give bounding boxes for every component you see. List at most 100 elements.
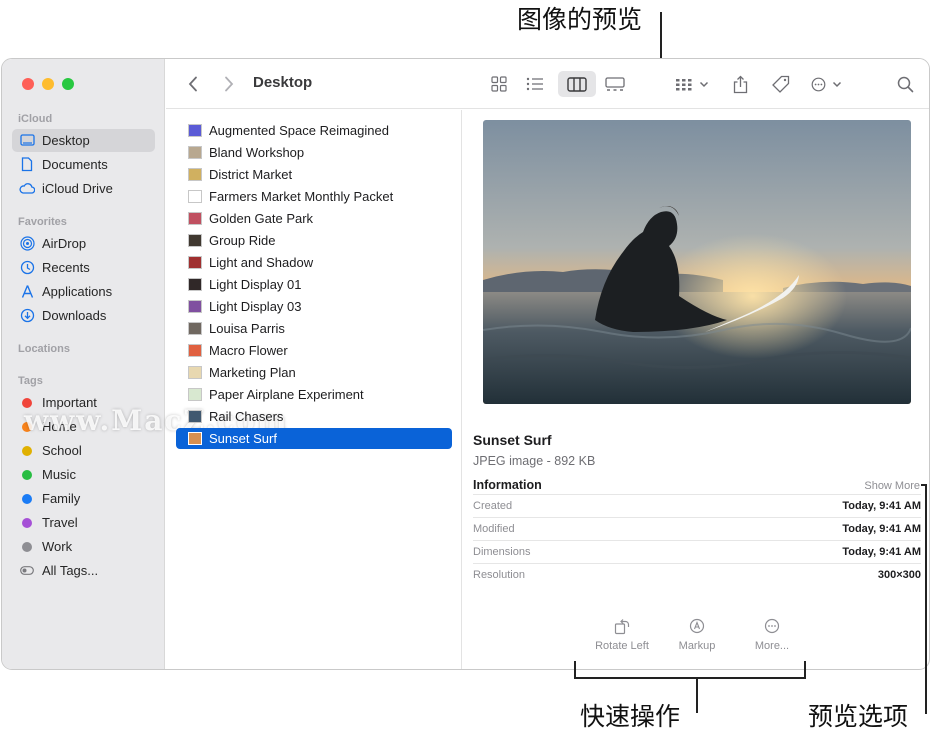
- sidebar-item-label: Desktop: [42, 133, 90, 148]
- action-menu-button[interactable]: [808, 71, 844, 97]
- sidebar-item-downloads[interactable]: Downloads: [12, 304, 155, 327]
- file-row[interactable]: Louisa Parris: [176, 318, 452, 339]
- file-row[interactable]: District Market: [176, 164, 452, 185]
- sidebar: iCloud Desktop Documents iCloud Drive Fa…: [2, 59, 286, 669]
- file-row[interactable]: Sunset Surf: [176, 428, 452, 449]
- callout-quick-actions: 快速操作: [580, 702, 681, 731]
- callout-tick-preview-options: [921, 484, 927, 486]
- file-row[interactable]: Light Display 01: [176, 274, 452, 295]
- sidebar-item-applications[interactable]: Applications: [12, 280, 155, 303]
- markup-button[interactable]: Markup: [659, 616, 735, 652]
- file-row[interactable]: Bland Workshop: [176, 142, 452, 163]
- file-thumbnail-icon: [188, 168, 202, 181]
- file-thumbnail-icon: [188, 344, 202, 357]
- file-name: Light Display 01: [209, 277, 302, 292]
- more-actions-button[interactable]: More...: [734, 616, 810, 652]
- preview-image: [483, 120, 911, 404]
- tag-dot: [22, 469, 32, 480]
- back-button[interactable]: [182, 71, 204, 97]
- file-name: Golden Gate Park: [209, 211, 314, 226]
- rotate-left-button[interactable]: Rotate Left: [584, 616, 660, 652]
- file-name: Light Display 03: [209, 299, 302, 314]
- section-icloud: iCloud: [18, 113, 53, 125]
- info-key: Modified: [473, 523, 515, 535]
- info-row-created: Created Today, 9:41 AM: [473, 494, 921, 517]
- file-thumbnail-icon: [188, 432, 202, 445]
- finder-window: iCloud Desktop Documents iCloud Drive Fa…: [1, 58, 930, 670]
- desktop-icon: [19, 133, 35, 149]
- file-thumbnail-icon: [188, 410, 202, 423]
- sidebar-item-recents[interactable]: Recents: [12, 256, 155, 279]
- file-name: Augmented Space Reimagined: [209, 123, 389, 138]
- tag-button[interactable]: [768, 71, 794, 97]
- cloud-icon: [19, 181, 35, 197]
- file-name: Macro Flower: [209, 343, 288, 358]
- sidebar-item-desktop[interactable]: Desktop: [12, 129, 155, 152]
- file-thumbnail-icon: [188, 388, 202, 401]
- sidebar-item-icloud-drive[interactable]: iCloud Drive: [12, 177, 155, 200]
- icon-grid-icon: [491, 76, 507, 92]
- minimize-button[interactable]: [42, 78, 54, 90]
- sidebar-item-label: All Tags...: [42, 563, 99, 578]
- gallery-icon: [605, 76, 625, 91]
- sidebar-item-label: iCloud Drive: [42, 181, 113, 196]
- file-row[interactable]: Augmented Space Reimagined: [176, 120, 452, 141]
- file-row[interactable]: Group Ride: [176, 230, 452, 251]
- sidebar-tag-school[interactable]: School: [12, 439, 155, 462]
- window-controls: [22, 78, 74, 90]
- preview-pane: Sunset Surf JPEG image - 892 KB Informat…: [463, 110, 929, 669]
- sidebar-all-tags[interactable]: All Tags...: [12, 559, 155, 582]
- preview-file-name: Sunset Surf: [473, 432, 552, 448]
- group-button[interactable]: [672, 71, 712, 97]
- info-value: Today, 9:41 AM: [842, 523, 921, 535]
- search-button[interactable]: [892, 71, 918, 97]
- close-button[interactable]: [22, 78, 34, 90]
- all-tags-icon: [19, 563, 35, 579]
- view-columns-button[interactable]: [558, 71, 596, 97]
- file-name: Paper Airplane Experiment: [209, 387, 364, 402]
- share-button[interactable]: [728, 71, 752, 97]
- preview-file-type: JPEG image - 892 KB: [473, 454, 596, 468]
- view-list-button[interactable]: [520, 71, 550, 97]
- sidebar-tag-family[interactable]: Family: [12, 487, 155, 510]
- view-icons-button[interactable]: [484, 71, 514, 97]
- zoom-button[interactable]: [62, 78, 74, 90]
- sidebar-tag-travel[interactable]: Travel: [12, 511, 155, 534]
- file-row[interactable]: Farmers Market Monthly Packet: [176, 186, 452, 207]
- file-row[interactable]: Light Display 03: [176, 296, 452, 317]
- sidebar-item-label: Travel: [42, 515, 78, 530]
- file-thumbnail-icon: [188, 322, 202, 335]
- file-row[interactable]: Golden Gate Park: [176, 208, 452, 229]
- file-thumbnail-icon: [188, 256, 202, 269]
- file-row[interactable]: Rail Chasers: [176, 406, 452, 427]
- file-row[interactable]: Marketing Plan: [176, 362, 452, 383]
- file-thumbnail-icon: [188, 212, 202, 225]
- file-name: Louisa Parris: [209, 321, 285, 336]
- sidebar-item-label: Applications: [42, 284, 113, 299]
- file-name: Bland Workshop: [209, 145, 305, 160]
- file-row[interactable]: Macro Flower: [176, 340, 452, 361]
- show-more-link[interactable]: Show More: [864, 480, 920, 492]
- file-column: Augmented Space Reimagined Bland Worksho…: [166, 110, 462, 669]
- sidebar-item-label: AirDrop: [42, 236, 87, 251]
- tag-dot: [22, 493, 32, 504]
- file-thumbnail-icon: [188, 278, 202, 291]
- view-gallery-button[interactable]: [600, 71, 630, 97]
- info-row-resolution: Resolution 300×300: [473, 563, 921, 586]
- section-tags: Tags: [18, 375, 43, 387]
- sidebar-item-label: Downloads: [42, 308, 107, 323]
- tag-dot: [22, 445, 32, 456]
- forward-button[interactable]: [218, 71, 240, 97]
- sidebar-tag-work[interactable]: Work: [12, 535, 155, 558]
- window-title: Desktop: [253, 74, 313, 91]
- sidebar-tag-music[interactable]: Music: [12, 463, 155, 486]
- file-row[interactable]: Paper Airplane Experiment: [176, 384, 452, 405]
- file-thumbnail-icon: [188, 124, 202, 137]
- sidebar-item-label: Documents: [42, 157, 108, 172]
- callout-image-preview: 图像的预览: [517, 5, 643, 34]
- sidebar-item-documents[interactable]: Documents: [12, 153, 155, 176]
- markup-icon: [689, 618, 705, 634]
- file-name: Light and Shadow: [209, 255, 314, 270]
- sidebar-item-airdrop[interactable]: AirDrop: [12, 232, 155, 255]
- file-row[interactable]: Light and Shadow: [176, 252, 452, 273]
